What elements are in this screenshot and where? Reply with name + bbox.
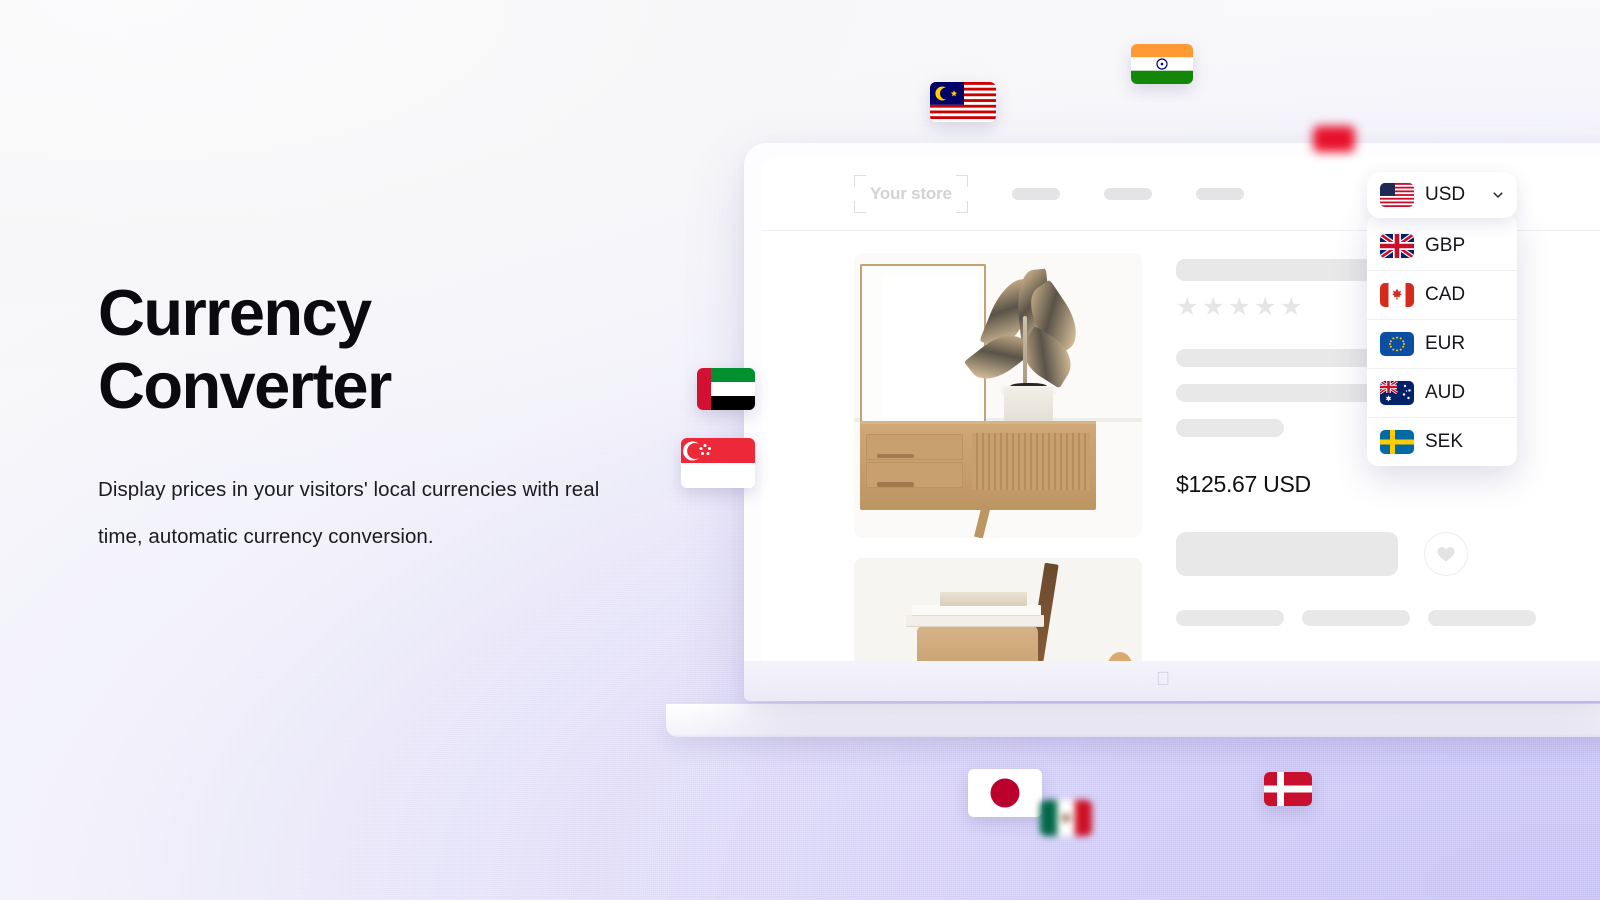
japan-flag-icon — [968, 769, 1042, 817]
add-to-cart-button[interactable] — [1176, 532, 1398, 576]
bracket-bottom-right — [955, 200, 968, 213]
star-icon: ★ — [1228, 293, 1251, 321]
uae-flag-icon — [697, 368, 755, 410]
currency-option-cad[interactable]: CAD — [1367, 271, 1517, 320]
currency-option-gbp[interactable]: GBP — [1367, 222, 1517, 271]
meta-chip-3[interactable] — [1428, 610, 1536, 626]
us-flag-icon — [1380, 183, 1414, 207]
nav-item-placeholder-2[interactable] — [1103, 187, 1152, 200]
meta-chip-1[interactable] — [1176, 610, 1284, 626]
gb-flag-icon — [1380, 234, 1414, 258]
star-icon: ★ — [1280, 293, 1303, 321]
blurred-red-flag-icon — [1313, 126, 1355, 152]
currency-option-code: CAD — [1425, 284, 1466, 305]
laptop-base — [666, 703, 1600, 737]
singapore-flag-icon — [681, 438, 755, 488]
store-logo-label: Your store — [870, 183, 952, 203]
star-icon: ★ — [1202, 293, 1225, 321]
store-logo-placeholder: Your store — [854, 174, 968, 213]
product-image-secondary[interactable] — [854, 558, 1142, 665]
nav-item-placeholder-3[interactable] — [1195, 187, 1244, 200]
meta-chip-row — [1176, 610, 1600, 626]
malaysia-flag-icon — [930, 82, 996, 122]
currency-option-code: GBP — [1425, 235, 1466, 256]
currency-option-aud[interactable]: AUD — [1367, 369, 1517, 418]
currency-option-code: AUD — [1425, 382, 1466, 403]
denmark-flag-icon — [1264, 772, 1312, 806]
nav-item-placeholder-1[interactable] — [1011, 187, 1060, 200]
page-title: Currency Converter — [98, 276, 392, 422]
star-icon: ★ — [1176, 293, 1199, 321]
meta-chip-2[interactable] — [1302, 610, 1410, 626]
hero-subcopy: Display prices in your visitors' local c… — [98, 478, 600, 548]
currency-selected-code: USD — [1425, 184, 1466, 205]
heart-icon — [1437, 547, 1455, 562]
india-flag-icon — [1131, 44, 1193, 84]
currency-options-list: GBP CAD EUR AUD SEK — [1367, 214, 1517, 466]
currency-selected-button[interactable]: USD — [1367, 172, 1517, 218]
bracket-top-right — [955, 174, 968, 187]
product-price: $125.67 USD — [1176, 471, 1311, 497]
laptop-bezel:  — [744, 661, 1600, 701]
product-image-primary[interactable] — [854, 253, 1142, 538]
description-placeholder-3 — [1176, 419, 1284, 437]
bracket-top-left — [854, 174, 866, 187]
chevron-down-icon — [1493, 192, 1503, 198]
ca-flag-icon — [1380, 283, 1414, 307]
cta-row — [1176, 532, 1600, 576]
apple-logo:  — [1156, 670, 1170, 689]
currency-selector: USD GBP CAD EUR AUD SEK — [1367, 172, 1517, 466]
mexico-flag-icon — [1040, 800, 1092, 836]
currency-option-eur[interactable]: EUR — [1367, 320, 1517, 369]
bracket-bottom-left — [854, 200, 866, 213]
wishlist-button[interactable] — [1424, 532, 1468, 576]
currency-option-code: EUR — [1425, 333, 1466, 354]
currency-option-sek[interactable]: SEK — [1367, 418, 1517, 466]
eu-flag-icon — [1380, 332, 1414, 356]
se-flag-icon — [1380, 430, 1414, 454]
star-icon: ★ — [1254, 293, 1277, 321]
product-gallery — [854, 253, 1142, 665]
currency-option-code: SEK — [1425, 431, 1464, 452]
hero-copy: Currency Converter Display prices in you… — [98, 276, 618, 560]
au-flag-icon — [1380, 381, 1414, 405]
